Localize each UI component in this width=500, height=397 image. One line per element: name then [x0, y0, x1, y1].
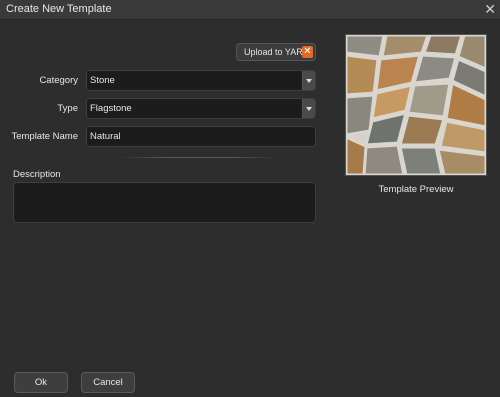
- upload-to-yard-button[interactable]: Upload to YARD ✕: [236, 43, 316, 61]
- close-icon[interactable]: ✕: [302, 46, 313, 58]
- description-label: Description: [13, 169, 61, 180]
- close-icon[interactable]: ✕: [484, 0, 496, 19]
- template-preview-caption: Template Preview: [378, 184, 454, 195]
- divider: [118, 157, 278, 158]
- ok-button[interactable]: Ok: [14, 372, 68, 393]
- category-label: Category: [39, 75, 78, 86]
- chevron-down-icon: [306, 107, 312, 111]
- description-textarea[interactable]: [13, 182, 316, 223]
- chevron-down-icon: [306, 79, 312, 83]
- upload-to-yard-label: Upload to YARD: [244, 47, 310, 57]
- title-bar: Create New Template ✕: [0, 0, 500, 20]
- type-value: Flagstone: [90, 103, 132, 114]
- flagstone-texture: [346, 35, 486, 175]
- type-label: Type: [57, 103, 78, 114]
- template-name-label: Template Name: [11, 131, 78, 142]
- category-dropdown[interactable]: Stone: [86, 70, 316, 91]
- type-dropdown-button[interactable]: [302, 99, 315, 118]
- category-dropdown-button[interactable]: [302, 71, 315, 90]
- type-dropdown[interactable]: Flagstone: [86, 98, 316, 119]
- category-value: Stone: [90, 75, 115, 86]
- template-preview-image: [345, 34, 487, 176]
- cancel-button[interactable]: Cancel: [81, 372, 135, 393]
- template-name-input[interactable]: Natural: [86, 126, 316, 147]
- window-title: Create New Template: [6, 3, 112, 15]
- template-name-value: Natural: [90, 131, 121, 142]
